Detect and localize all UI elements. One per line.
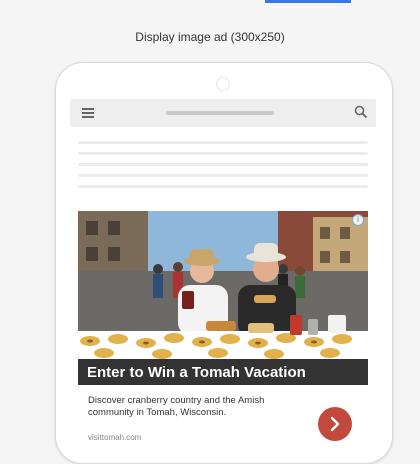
display-ad[interactable]: i Enter to Win a Tomah Vacation Discover… xyxy=(78,211,368,455)
phone-speaker xyxy=(216,77,230,91)
menu-icon xyxy=(82,108,94,118)
ad-headline[interactable]: Enter to Win a Tomah Vacation xyxy=(87,364,306,381)
headline-bar: Enter to Win a Tomah Vacation xyxy=(78,359,368,385)
placeholder-content xyxy=(78,141,368,196)
ad-image[interactable]: i xyxy=(78,211,368,383)
ad-choices-icon[interactable]: i xyxy=(352,214,364,226)
cta-button[interactable] xyxy=(318,407,352,441)
search-bar xyxy=(70,99,376,127)
chevron-right-icon xyxy=(330,416,340,432)
ad-display-url: visittomah.com xyxy=(88,433,142,442)
search-icon xyxy=(354,105,368,119)
active-tab-indicator xyxy=(265,0,351,3)
search-placeholder xyxy=(166,111,274,115)
preview-title: Display image ad (300x250) xyxy=(135,30,285,44)
phone-mockup: i Enter to Win a Tomah Vacation Discover… xyxy=(55,62,393,464)
ad-description: Discover cranberry country and the Amish… xyxy=(88,395,265,418)
